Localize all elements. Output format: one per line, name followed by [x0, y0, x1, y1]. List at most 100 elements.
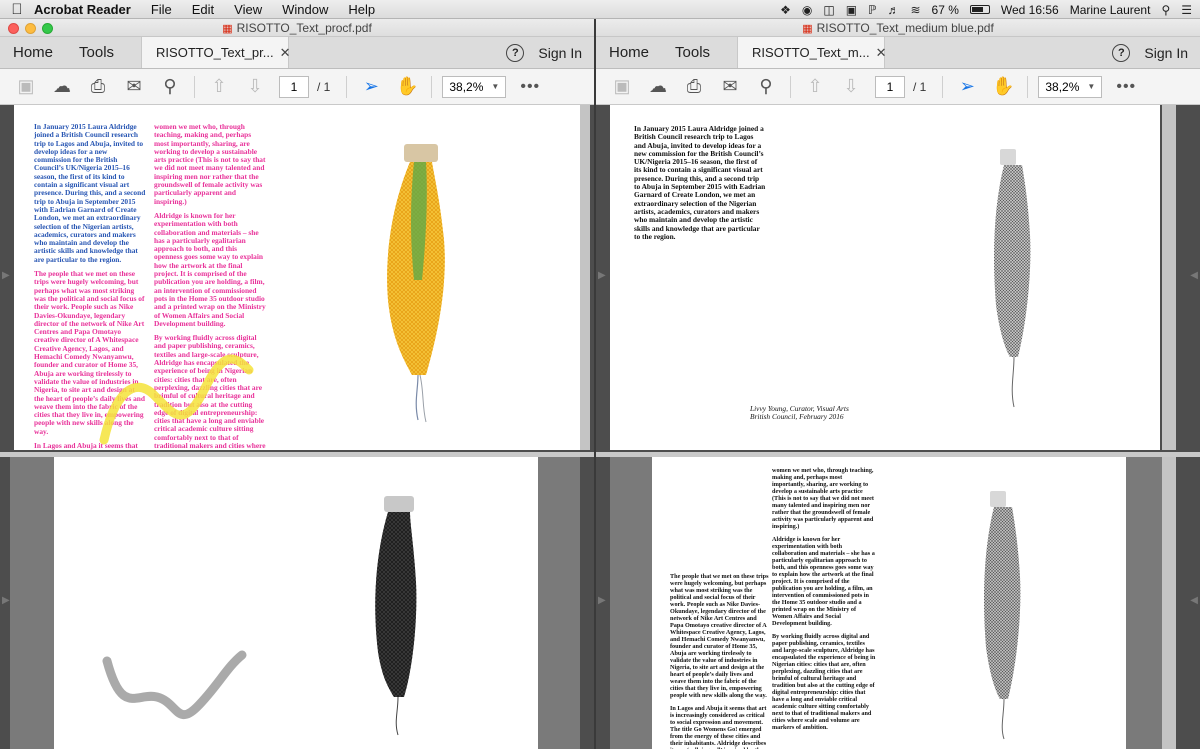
- paragraph-aldridge: Aldridge is known for her experimentatio…: [154, 210, 266, 328]
- paragraph-women: women we met who, through teaching, maki…: [772, 467, 874, 530]
- help-icon[interactable]: ?: [506, 44, 525, 62]
- menu-help[interactable]: Help: [348, 2, 375, 17]
- paragraph-intro: In January 2015 Laura Aldridge joined a …: [634, 124, 766, 241]
- tab-document[interactable]: RISOTTO_Text_pr... ✕: [141, 37, 291, 68]
- menu-view[interactable]: View: [234, 2, 262, 17]
- pdf-page-spread: The people that we met on these trips we…: [652, 457, 1126, 749]
- left-acrobat-window: ▦ RISOTTO_Text_procf.pdf Home Tools RISOT…: [0, 19, 594, 749]
- tab-tools[interactable]: Tools: [66, 37, 127, 68]
- page-number-input[interactable]: 1: [875, 75, 905, 98]
- battery-icon[interactable]: [969, 5, 990, 14]
- right-panel-toggle-icon-lower[interactable]: ◀: [1190, 595, 1198, 606]
- gray-annotation-stroke: [102, 650, 247, 719]
- clock[interactable]: Wed 16:56: [1001, 3, 1059, 17]
- tab-tools[interactable]: Tools: [662, 37, 723, 68]
- toolbar: ▣ ☁ ⎙ ✉ ⚲ ⇧ ⇩ 1 / 1 ➢ ✋ 38,2% ▼ •••: [0, 69, 594, 105]
- page-total: / 1: [913, 79, 927, 94]
- more-options-icon[interactable]: •••: [1116, 78, 1136, 96]
- left-panel-toggle-icon-lower[interactable]: ▶: [2, 595, 10, 606]
- battery-percent[interactable]: 67 %: [932, 3, 959, 17]
- net-sculpture-gray-image: [984, 491, 1021, 740]
- print-icon[interactable]: ⎙: [676, 73, 712, 101]
- window-title: RISOTTO_Text_medium blue.pdf: [816, 21, 994, 35]
- wifi-icon[interactable]: ≋: [910, 3, 920, 17]
- toolbar: ▣ ☁ ⎙ ✉ ⚲ ⇧ ⇩ 1 / 1 ➢ ✋ 38,2% ▼ •••: [596, 69, 1200, 105]
- menu-window[interactable]: Window: [282, 2, 328, 17]
- sign-in-link[interactable]: Sign In: [538, 45, 582, 61]
- toolbar-divider: [431, 75, 433, 98]
- left-panel-toggle-icon[interactable]: ▶: [598, 270, 606, 281]
- email-icon[interactable]: ✉: [116, 73, 152, 101]
- right-panel-toggle-icon[interactable]: ◀: [1190, 270, 1198, 281]
- menu-edit[interactable]: Edit: [192, 2, 214, 17]
- text-column-women: women we met who, through teaching, maki…: [772, 467, 876, 737]
- minimize-window-button[interactable]: [25, 23, 36, 34]
- right-acrobat-window: ▦ RISOTTO_Text_medium blue.pdf Home Tools…: [596, 19, 1200, 749]
- vertical-scrollbar[interactable]: [580, 105, 590, 450]
- window-titlebar: ▦ RISOTTO_Text_medium blue.pdf: [596, 19, 1200, 37]
- previous-page-icon[interactable]: ⇧: [797, 73, 833, 101]
- close-window-button[interactable]: [8, 23, 19, 34]
- menu-app-name[interactable]: Acrobat Reader: [34, 2, 131, 17]
- document-view[interactable]: In January 2015 Laura Aldridge joined a …: [596, 105, 1200, 749]
- more-options-icon[interactable]: •••: [520, 78, 540, 96]
- upload-cloud-icon[interactable]: ☁: [640, 73, 676, 101]
- zoom-value: 38,2%: [449, 79, 484, 94]
- user-name[interactable]: Marine Laurent: [1070, 3, 1151, 17]
- tab-home[interactable]: Home: [0, 37, 66, 68]
- menu-file[interactable]: File: [151, 2, 172, 17]
- chevron-down-icon: ▼: [1087, 82, 1096, 91]
- tab-document[interactable]: RISOTTO_Text_m... ✕: [737, 37, 887, 68]
- close-tab-icon[interactable]: ✕: [876, 45, 887, 61]
- email-icon[interactable]: ✉: [712, 73, 748, 101]
- text-column-intro: In January 2015 Laura Aldridge joined a …: [634, 124, 766, 247]
- dropbox-icon[interactable]: ❖: [780, 3, 791, 17]
- airplay-icon[interactable]: ▣: [846, 3, 857, 17]
- vertical-scrollbar-lower[interactable]: [1162, 457, 1176, 749]
- search-icon[interactable]: ⚲: [152, 73, 188, 101]
- left-panel-toggle-icon-lower[interactable]: ▶: [598, 595, 606, 606]
- tab-bar: Home Tools RISOTTO_Text_m... ✕ ? Sign In: [596, 37, 1200, 69]
- previous-page-icon[interactable]: ⇧: [201, 73, 237, 101]
- hand-tool-icon[interactable]: ✋: [389, 73, 425, 101]
- window-titlebar: ▦ RISOTTO_Text_procf.pdf: [0, 19, 594, 37]
- notification-center-icon[interactable]: ☰: [1181, 3, 1192, 17]
- signature-org: British Council, February 2016: [750, 412, 844, 422]
- net-sculpture-color-image: [387, 144, 445, 423]
- toolbar-divider: [1027, 75, 1029, 98]
- text-column-people: The people that we met on these trips we…: [670, 573, 770, 749]
- hand-tool-icon[interactable]: ✋: [985, 73, 1021, 101]
- close-tab-icon[interactable]: ✕: [280, 45, 291, 61]
- zoom-window-button[interactable]: [42, 23, 53, 34]
- print-icon[interactable]: ⎙: [80, 73, 116, 101]
- volume-icon[interactable]: ♬: [887, 3, 899, 17]
- tab-bar: Home Tools RISOTTO_Text_pr... ✕ ? Sign In: [0, 37, 594, 69]
- menubar-status-area: ❖ ◉ ◫ ▣ ℙ ♬ ≋ 67 % Wed 16:56 Marine Laur…: [780, 0, 1192, 19]
- save-icon[interactable]: ▣: [8, 73, 44, 101]
- spotlight-search-icon[interactable]: ⚲: [1161, 3, 1170, 17]
- help-icon[interactable]: ?: [1112, 44, 1131, 62]
- zoom-select[interactable]: 38,2% ▼: [442, 75, 507, 98]
- paragraph-aldridge: Aldridge is known for her experimentatio…: [772, 536, 875, 627]
- bluetooth-icon[interactable]: ℙ: [868, 3, 876, 17]
- sign-in-link[interactable]: Sign In: [1144, 45, 1188, 61]
- apple-icon[interactable]: : [0, 1, 34, 18]
- document-view[interactable]: In January 2015 Laura Aldridge joined a …: [0, 105, 594, 749]
- next-page-icon[interactable]: ⇩: [833, 73, 869, 101]
- search-icon[interactable]: ⚲: [748, 73, 784, 101]
- zoom-select[interactable]: 38,2% ▼: [1038, 75, 1103, 98]
- next-page-icon[interactable]: ⇩: [237, 73, 273, 101]
- vertical-scrollbar[interactable]: [1162, 105, 1176, 450]
- left-panel-toggle-icon[interactable]: ▶: [2, 270, 10, 281]
- save-icon[interactable]: ▣: [604, 73, 640, 101]
- select-tool-cursor-icon[interactable]: ➢: [949, 73, 985, 101]
- tab-home[interactable]: Home: [596, 37, 662, 68]
- page-number-input[interactable]: 1: [279, 75, 309, 98]
- paragraph-women: women we met who, through teaching, maki…: [154, 122, 266, 206]
- chevron-down-icon: ▼: [491, 82, 500, 91]
- upload-cloud-icon[interactable]: ☁: [44, 73, 80, 101]
- display-icon[interactable]: ◫: [823, 3, 834, 17]
- yellow-highlight-stroke: [99, 354, 254, 445]
- sync-icon[interactable]: ◉: [802, 3, 812, 17]
- select-tool-cursor-icon[interactable]: ➢: [353, 73, 389, 101]
